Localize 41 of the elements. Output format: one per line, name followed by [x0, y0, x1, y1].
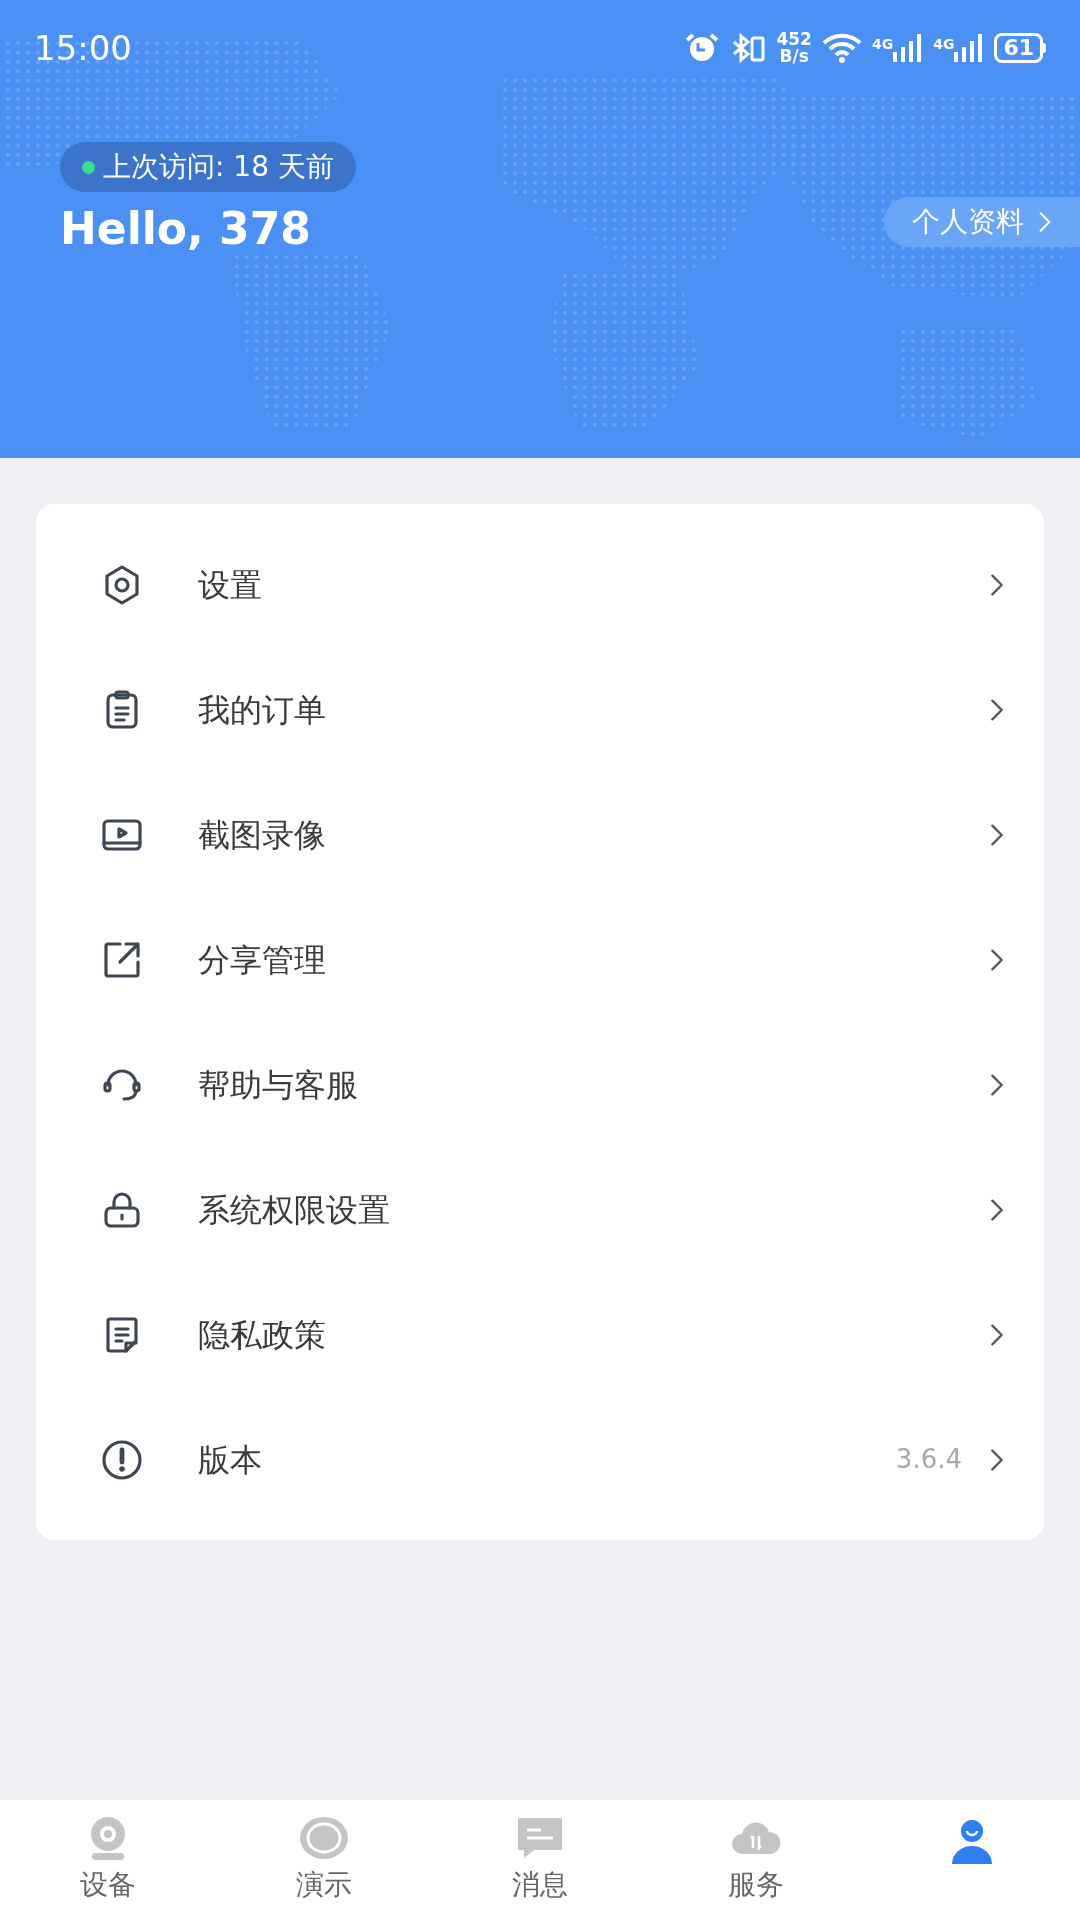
net-speed-value: 452: [776, 31, 812, 48]
signal-icon: [954, 34, 985, 62]
menu-label: 隐私政策: [198, 1314, 327, 1356]
signal-icon: [893, 34, 924, 62]
greeting-text: Hello, 378: [60, 202, 311, 256]
version-number: 3.6.4: [895, 1443, 962, 1476]
battery-tip-icon: [1043, 43, 1046, 53]
network-type: 4G: [933, 35, 955, 54]
menu-label: 帮助与客服: [198, 1064, 359, 1106]
wifi-icon: [821, 33, 862, 63]
menu-item[interactable]: 系统权限设置: [36, 1147, 1044, 1272]
menu-item[interactable]: 版本 3.6.4: [36, 1397, 1044, 1522]
menu-item[interactable]: 分享管理: [36, 897, 1044, 1022]
nav-tab[interactable]: 设备: [0, 1800, 216, 1920]
chevron-right-icon: [1038, 209, 1052, 235]
menu-item[interactable]: 我的订单: [36, 647, 1044, 772]
nav-label: 服务: [728, 1867, 784, 1903]
menu-label: 设置: [198, 564, 263, 606]
menu-label: 版本: [198, 1439, 263, 1481]
nav-tab[interactable]: 演示: [216, 1800, 432, 1920]
nav-label: 消息: [512, 1867, 568, 1903]
net-speed-unit: B/s: [779, 48, 809, 65]
menu-label: 系统权限设置: [198, 1189, 391, 1231]
status-time: 15:00: [34, 26, 132, 70]
menu-item[interactable]: 截图录像: [36, 772, 1044, 897]
lens-icon: [298, 1814, 350, 1862]
menu-item[interactable]: 隐私政策: [36, 1272, 1044, 1397]
menu-item[interactable]: 帮助与客服: [36, 1022, 1044, 1147]
nav-tab[interactable]: 服务: [648, 1800, 864, 1920]
last-visit-text: 上次访问: 18 天前: [103, 149, 334, 185]
battery-indicator: 61: [994, 33, 1043, 63]
menu-label: 我的订单: [198, 689, 327, 731]
nav-tab[interactable]: 消息: [432, 1800, 648, 1920]
menu-label: 截图录像: [198, 814, 327, 856]
nav-label: 演示: [296, 1867, 352, 1903]
nav-label: 设备: [80, 1867, 136, 1903]
bluetooth-icon: [730, 32, 767, 64]
network-type: 4G: [871, 35, 894, 54]
alarm-icon: [684, 32, 721, 64]
menu-item[interactable]: 设置: [36, 522, 1044, 647]
menu-label: 分享管理: [198, 939, 327, 981]
